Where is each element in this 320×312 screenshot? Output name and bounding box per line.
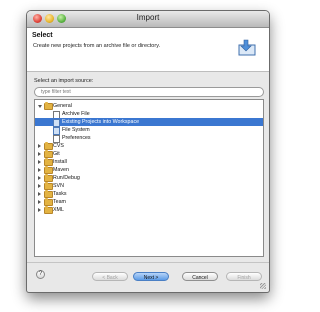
expand-arrow-right-icon[interactable] [38, 200, 41, 204]
filter-input[interactable] [34, 87, 264, 97]
tree-item-label: Preferences [62, 135, 91, 141]
tree-item-label: Existing Projects into Workspace [62, 119, 140, 125]
tree-item[interactable]: Maven [35, 166, 263, 174]
help-button[interactable]: ? [36, 270, 45, 279]
tree-item[interactable]: Install [35, 158, 263, 166]
tree-item[interactable]: CVS [35, 142, 263, 150]
tree-item[interactable]: Git [35, 150, 263, 158]
import-source-label: Select an import source: [34, 78, 94, 84]
tree-item-label: Archive File [62, 111, 90, 117]
tree-item[interactable]: General [35, 102, 263, 110]
tree-item-label: File System [62, 127, 90, 133]
expand-arrow-right-icon[interactable] [38, 192, 41, 196]
footer-divider [27, 262, 269, 263]
import-dialog: Import Select Create new projects from a… [26, 10, 270, 293]
tree-item-label: Maven [53, 167, 69, 173]
expand-arrow-down-icon[interactable] [38, 105, 42, 108]
tree-item-label: Tasks [53, 191, 67, 197]
tree-item[interactable]: Tasks [35, 190, 263, 198]
cancel-button[interactable]: Cancel [182, 272, 218, 281]
expand-arrow-right-icon[interactable] [38, 152, 41, 156]
wizard-header: Select Create new projects from an archi… [27, 28, 269, 72]
tree-item[interactable]: XML [35, 206, 263, 214]
tree-item[interactable]: Team [35, 198, 263, 206]
back-button[interactable]: < Back [92, 272, 128, 281]
expand-arrow-right-icon[interactable] [38, 208, 41, 212]
tree-item[interactable]: File System [35, 126, 263, 135]
tree-item-label: Run/Debug [53, 175, 80, 181]
resize-grip[interactable] [260, 283, 266, 289]
import-wizard-icon [238, 39, 256, 56]
page-description: Create new projects from an archive file… [33, 43, 161, 49]
expand-arrow-right-icon[interactable] [38, 144, 41, 148]
tree-item-label: Team [53, 199, 66, 205]
tree-item[interactable]: Existing Projects into Workspace [35, 118, 263, 127]
folder-icon [44, 190, 53, 198]
tree-item-label: SVN [53, 183, 64, 189]
expand-arrow-right-icon[interactable] [38, 160, 41, 164]
tree-item[interactable]: SVN [35, 182, 263, 190]
tree-item[interactable]: Run/Debug [35, 174, 263, 182]
tree-item-label: General [53, 103, 72, 109]
tree-item[interactable]: Preferences [35, 134, 263, 143]
folder-icon [44, 166, 53, 174]
tree-item-label: CVS [53, 143, 64, 149]
finish-button[interactable]: Finish [226, 272, 262, 281]
folder-icon [44, 150, 53, 158]
folder-icon [44, 174, 53, 182]
folder-icon [44, 206, 53, 214]
folder-icon [44, 142, 53, 150]
expand-arrow-right-icon[interactable] [38, 184, 41, 188]
expand-arrow-right-icon[interactable] [38, 168, 41, 172]
tree-item-label: Git [53, 151, 60, 157]
folder-icon [44, 158, 53, 166]
window-title: Import [136, 13, 160, 22]
folder-icon [44, 102, 53, 110]
folder-icon [44, 198, 53, 206]
tree-item[interactable]: Archive File [35, 110, 263, 119]
expand-arrow-right-icon[interactable] [38, 176, 41, 180]
page-title: Select [32, 32, 53, 39]
import-source-tree[interactable]: General Archive File Existing Projects int… [34, 99, 264, 257]
tree-item-label: XML [53, 207, 64, 213]
title-bar: Import [27, 11, 269, 28]
next-button[interactable]: Next > [133, 272, 169, 281]
tree-item-label: Install [53, 159, 67, 165]
folder-icon [44, 182, 53, 190]
